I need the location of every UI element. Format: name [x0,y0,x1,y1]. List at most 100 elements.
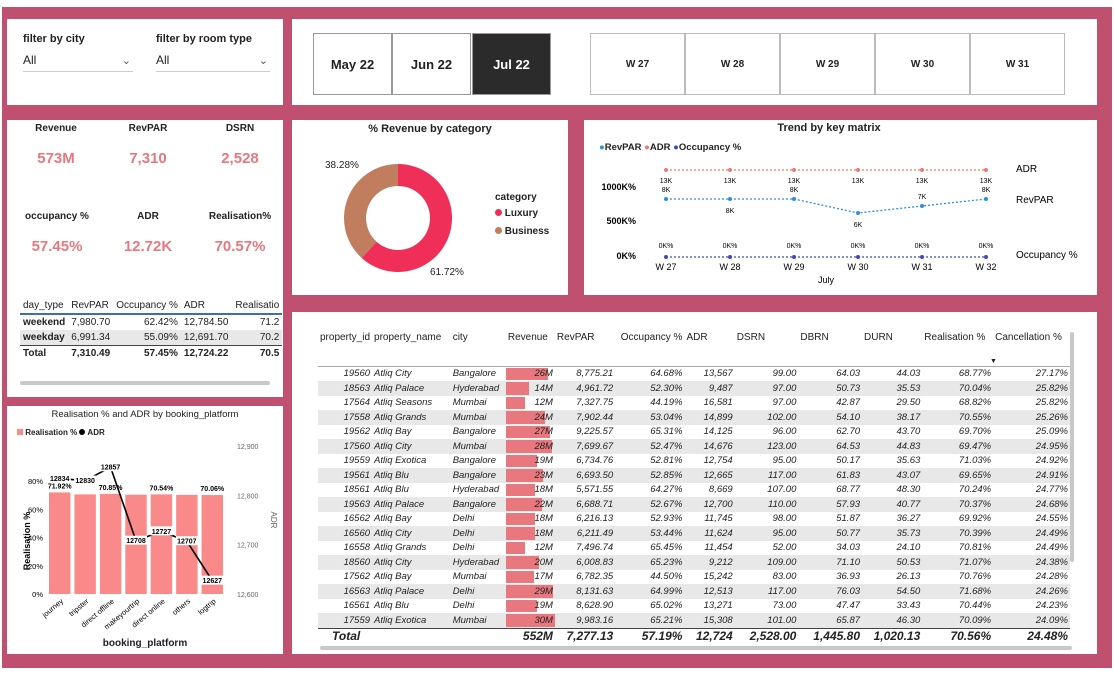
column-header[interactable]: Realisatio [231,298,282,314]
month-button-jun[interactable]: Jun 22 [392,33,471,95]
cell: 71.10 [798,555,863,570]
cell: 38.17 [862,410,923,425]
legend-item-business[interactable]: Business [495,226,549,237]
trend-point [728,168,732,172]
cell: 25.82% [993,381,1070,396]
table-row[interactable]: 16558 Atliq Grands Delhi 12M 7,496.74 65.45% 1… [318,541,1070,556]
cell: 35.73 [862,526,923,541]
cell: 70.76% [958,571,992,583]
column-header[interactable]: ADR [181,298,232,314]
series-end-label: ADR [1016,164,1037,175]
column-header[interactable]: ADR [684,332,734,366]
cell: 68.82% [958,397,992,409]
cell: 17M [505,570,555,585]
revenue-value: 19M [534,600,553,612]
table-row[interactable]: 17560 Atliq City Mumbai 28M 7,699.67 52.47% 14… [318,439,1070,454]
table-row[interactable]: 18560 Atliq City Hyderabad 20M 6,008.83 65.23… [318,555,1070,570]
cell: 25.09% [1035,426,1068,438]
cell: 6,688.71 [554,497,616,512]
cell: 62.42% [143,317,178,328]
cell: 50.17 [836,455,861,467]
week-button-29[interactable]: W 29 [780,33,875,95]
table-row[interactable]: 18563 Atliq Palace Hyderabad 14M 4,961.72 52.… [318,381,1070,396]
column-header[interactable]: city [451,332,506,366]
column-header[interactable]: property_id [318,332,372,366]
cell: 52.81% [650,455,683,467]
column-header[interactable]: property_name [372,332,451,366]
table-row[interactable]: 19563 Atliq Palace Bangalore 22M 6,688.71 52.… [318,497,1070,512]
column-header[interactable]: DURN [862,332,922,366]
table-row[interactable]: 16563 Atliq Palace Delhi 29M 8,131.63 64.99% 1… [318,584,1070,599]
cell: 68.77 [836,484,861,496]
cell: Total [23,348,47,359]
table-row[interactable]: 17562 Atliq Bay Mumbai 17M 6,782.35 44.50% 15,… [318,570,1070,585]
cell: 42.87 [836,397,861,409]
table-row[interactable]: 17559 Atliq Exotica Mumbai 30M 9,983.16 65.21… [318,613,1070,628]
trend-point [856,211,860,215]
table-row[interactable]: 19561 Atliq Blu Bangalore 23M 6,693.50 52.85%… [318,468,1070,483]
week-button-28[interactable]: W 28 [685,33,780,95]
city-filter-value: All [23,53,37,67]
table-header-row: day_type RevPAR Occupancy % ADR Realisat… [20,298,283,314]
horizontal-scrollbar[interactable] [20,381,270,385]
cell: 36.27 [896,513,921,525]
table-row[interactable]: weekday 6,991.34 55.09% 12,691.70 70.2 [20,330,283,346]
cell: 12,513 [684,584,735,599]
table-row[interactable]: 19559 Atliq Exotica Bangalore 19M 6,734.76 52… [318,454,1070,469]
cell: 53.04% [615,410,685,425]
table-row[interactable]: 16562 Atliq Bay Delhi 18M 6,216.13 52.93% 11,7… [318,512,1070,527]
table-row[interactable]: 16561 Atliq Blu Delhi 19M 8,628.90 65.02% 13,2… [318,599,1070,614]
column-header[interactable]: day_type [20,298,68,314]
month-button-may[interactable]: May 22 [313,33,392,95]
column-header[interactable]: Occupancy % [615,332,684,366]
column-header[interactable]: DBRN [798,332,862,366]
table-row[interactable]: 17564 Atliq Seasons Mumbai 12M 7,327.75 44.19… [318,396,1070,411]
trend-point [664,168,668,172]
cell: 95.00 [734,526,799,541]
trend-data-label: 8K [726,208,735,215]
cell: 22M [505,497,555,512]
week-button-27[interactable]: W 27 [590,33,685,95]
cell: 27M [505,425,555,440]
cell: 109.00 [734,555,799,570]
trend-data-label: 0K% [659,243,674,250]
room-filter-dropdown[interactable]: All ⌄ [156,53,270,72]
cell: 70.5 [259,348,280,359]
legend-item-luxury[interactable]: Luxury [495,208,538,219]
bar-data-label: 70.54% [150,485,175,492]
column-header[interactable]: RevPAR [555,332,615,366]
column-header[interactable]: Cancellation % [993,332,1070,366]
cell: 12,700 [684,497,735,512]
trend-point [664,255,668,259]
horizontal-scrollbar[interactable] [320,646,1072,650]
table-row[interactable]: weekend 7,980.70 62.42% 12,784.50 71.2 [20,314,283,330]
week-button-30[interactable]: W 30 [875,33,970,95]
cell: 9,225.57 [576,426,614,438]
table-row[interactable]: 18561 Atliq Blu Hyderabad 18M 5,571.55 64.27%… [318,483,1070,498]
cell: 71.03% [958,455,992,467]
cell: 17558 [318,410,373,425]
cell: 52.85% [615,468,685,483]
table-row[interactable]: 19560 Atliq City Bangalore 26M 8,775.21 64.68… [318,366,1070,381]
cell: 68.77% [958,368,992,380]
column-header[interactable]: Realisation % [922,332,993,366]
kpi-adr-label: ADR [137,211,159,222]
column-header[interactable]: DSRN [735,332,799,366]
table-row[interactable]: 19562 Atliq Bay Bangalore 27M 9,225.57 65.31%… [318,425,1070,440]
cell: 18M [505,526,555,541]
city-filter-dropdown[interactable]: All ⌄ [23,53,133,72]
column-header[interactable]: Occupancy % [113,298,181,314]
cell: Atliq Palace [372,381,451,396]
table-row[interactable]: 17558 Atliq Grands Mumbai 24M 7,902.44 53.04%… [318,410,1070,425]
cell: 14,899 [684,410,735,425]
cell: 5,571.55 [576,484,614,496]
month-button-jul[interactable]: Jul 22 [472,33,551,95]
column-header[interactable]: RevPAR [68,298,113,314]
table-row[interactable]: 16560 Atliq City Delhi 18M 6,211.49 53.44% 11,… [318,526,1070,541]
cell: 15,308 [684,613,735,628]
column-header[interactable]: Revenue [506,332,555,366]
cell: Bangalore [452,368,496,380]
cell: 70.37% [922,497,994,512]
vertical-scrollbar[interactable] [1070,332,1074,562]
week-button-31[interactable]: W 31 [970,33,1065,95]
